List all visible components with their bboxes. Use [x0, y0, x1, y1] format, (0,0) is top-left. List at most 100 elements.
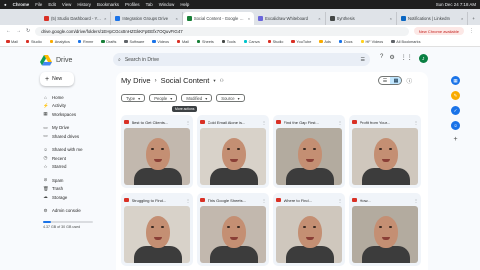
menu-item-help[interactable]: Help [180, 2, 189, 7]
bookmark-item[interactable]: Studio [267, 40, 283, 44]
browser-tab[interactable]: (5) Studio Dashboard - YouTube× [40, 12, 112, 25]
more-actions-icon[interactable]: ⋮ [262, 198, 266, 203]
file-title[interactable]: Struggling to Find... [132, 198, 184, 203]
apple-icon[interactable]: ● [4, 2, 7, 7]
sidebar-item-spam[interactable]: ⊘ Spam [40, 176, 112, 185]
bookmark-item[interactable]: Videos [152, 40, 169, 44]
sidebar-item-recent[interactable]: ◷ Recent [40, 154, 112, 163]
video-thumbnail[interactable] [200, 206, 266, 263]
menu-item-window[interactable]: Window [159, 2, 175, 7]
bookmark-item[interactable]: Rmmr [77, 40, 93, 44]
list-view-icon[interactable]: ☰ [379, 77, 390, 84]
filter-people[interactable]: People ▾ [149, 94, 178, 102]
file-title[interactable]: Where to Find... [284, 198, 336, 203]
sidebar-item-shared-drives[interactable]: ▭ Shared drives [40, 132, 112, 141]
more-options-icon[interactable]: ⋮ [469, 28, 474, 34]
breadcrumb-my-drive[interactable]: My Drive [121, 76, 151, 85]
bookmark-item[interactable]: Sheets [196, 40, 214, 44]
close-tab-icon[interactable]: × [318, 16, 320, 21]
file-title[interactable]: This Google Sheets... [208, 198, 260, 203]
grid-view-icon[interactable]: ▦ [390, 77, 402, 84]
sidebar-item-trash[interactable]: 🗑 Trash [40, 185, 112, 194]
new-button[interactable]: + New [40, 72, 74, 86]
contacts-icon[interactable]: ☺ [451, 121, 460, 130]
search-box[interactable]: ⌕ Search in Drive ☰ [113, 53, 370, 66]
sidebar-item-storage[interactable]: ☁ Storage [40, 193, 112, 202]
menu-item-file[interactable]: File [35, 2, 42, 7]
video-thumbnail[interactable] [276, 206, 342, 263]
sidebar-item-activity[interactable]: ⚡ Activity [40, 102, 112, 111]
video-thumbnail[interactable] [124, 206, 190, 263]
file-card[interactable]: Cold Email Alone is... ⋮ [197, 115, 269, 188]
chevron-down-icon[interactable]: ▾ [213, 78, 215, 84]
browser-tab[interactable]: Synthesis × [326, 12, 397, 25]
file-title[interactable]: Cold Email Alone is... [208, 120, 260, 125]
get-addons-icon[interactable]: + [431, 136, 480, 143]
back-icon[interactable]: ← [6, 28, 11, 34]
menu-item-history[interactable]: History [77, 2, 91, 7]
close-tab-icon[interactable]: × [461, 16, 463, 21]
bookmark-item[interactable]: Analytics [49, 40, 70, 44]
menu-item-bookmarks[interactable]: Bookmarks [97, 2, 119, 7]
more-actions-icon[interactable]: ⋮ [338, 198, 342, 203]
info-icon[interactable]: ⓘ [406, 77, 412, 85]
keep-icon[interactable]: ✎ [451, 91, 460, 100]
filter-type[interactable]: Type ▾ [121, 94, 146, 102]
browser-tab[interactable]: Excalidraw Whiteboard × [254, 12, 326, 25]
menu-item-tab[interactable]: Tab [146, 2, 153, 7]
browser-tab[interactable]: Social Content - Google Drive × [182, 12, 255, 25]
apps-icon[interactable]: ⋮⋮ [401, 54, 413, 63]
file-title[interactable]: How... [360, 198, 412, 203]
filter-source[interactable]: Source ▾ [216, 94, 245, 102]
menu-item-view[interactable]: View [62, 2, 71, 7]
video-thumbnail[interactable] [276, 128, 342, 185]
browser-tab[interactable]: Integration Groups Drive × [111, 12, 183, 25]
bookmark-item[interactable]: HF Videos [360, 40, 383, 44]
bookmark-item[interactable]: Docs [338, 40, 353, 44]
search-input[interactable]: Search in Drive [125, 57, 159, 63]
file-card[interactable]: Profit from Your... ⋮ [349, 115, 421, 188]
bookmark-item[interactable]: Drafts [101, 40, 116, 44]
file-card[interactable]: Struggling to Find... ⋮ [121, 193, 193, 266]
sidebar-item-starred[interactable]: ☆ Starred [40, 163, 112, 172]
file-card[interactable]: Find the Gap First... ⋮ [273, 115, 345, 188]
file-card[interactable]: This Google Sheets... ⋮ [197, 193, 269, 266]
close-tab-icon[interactable]: × [248, 16, 250, 21]
forward-icon[interactable]: → [16, 28, 21, 34]
calendar-icon[interactable]: ▦ [451, 76, 460, 85]
reload-icon[interactable]: ↻ [26, 28, 30, 34]
update-chrome-button[interactable]: New Chrome available [413, 27, 464, 35]
bookmark-item[interactable]: Software [124, 40, 144, 44]
menu-item-edit[interactable]: Edit [48, 2, 56, 7]
file-title[interactable]: Profit from Your... [360, 120, 412, 125]
more-actions-icon[interactable]: ⋮ [414, 198, 418, 203]
video-thumbnail[interactable] [352, 128, 418, 185]
filter-modified[interactable]: Modified ▾ [181, 94, 213, 102]
file-card[interactable]: Where to Find... ⋮ [273, 193, 345, 266]
bookmark-item[interactable]: Studio [25, 40, 42, 44]
sidebar-item-admin-console[interactable]: ⚙ Admin console [40, 207, 112, 216]
more-actions-icon[interactable]: ⋮ [186, 198, 190, 203]
video-thumbnail[interactable] [352, 206, 418, 263]
search-options-icon[interactable]: ☰ [361, 57, 365, 63]
video-thumbnail[interactable] [124, 128, 190, 185]
sidebar-item-home[interactable]: ⌂ Home [40, 93, 112, 102]
bookmark-item[interactable]: Ads [319, 40, 331, 44]
search-icon[interactable]: ⌕ [118, 57, 121, 63]
bookmark-item[interactable]: All Bookmarks [391, 40, 420, 44]
app-menu[interactable]: Chrome [13, 2, 30, 7]
more-actions-icon[interactable]: ⋮ [186, 120, 190, 125]
close-tab-icon[interactable]: × [175, 16, 177, 21]
close-tab-icon[interactable]: × [104, 16, 106, 21]
bookmark-item[interactable]: Mail [176, 40, 189, 44]
sidebar-item-shared-with-me[interactable]: ☺ Shared with me [40, 146, 112, 155]
bookmark-item[interactable]: YouTube [291, 40, 311, 44]
bookmark-item[interactable]: Canva [243, 40, 260, 44]
breadcrumb-folder[interactable]: Social Content [161, 76, 210, 85]
close-tab-icon[interactable]: × [390, 16, 392, 21]
menu-item-profiles[interactable]: Profiles [125, 2, 140, 7]
file-card[interactable]: Best to Get Clients... ⋮ [121, 115, 193, 188]
sidebar-item-workspaces[interactable]: ▦ Workspaces [40, 110, 112, 119]
more-actions-icon[interactable]: ⋮ [262, 120, 266, 125]
browser-tab[interactable]: Notifications | LinkedIn × [397, 12, 469, 25]
